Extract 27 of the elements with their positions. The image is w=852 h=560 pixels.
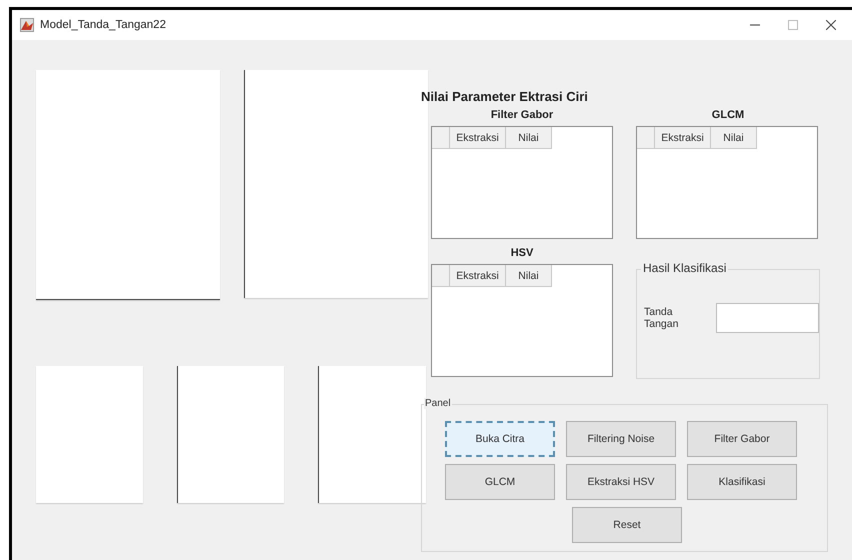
section-title: Nilai Parameter Ektrasi Ciri [421, 89, 589, 104]
push-button[interactable]: Klasifikasi [687, 464, 797, 500]
table-title: GLCM [710, 109, 746, 123]
table-corner [432, 127, 450, 149]
table-corner [432, 265, 450, 287]
window-title: Model_Tanda_Tangan22 [40, 19, 167, 31]
app-icon [20, 18, 34, 32]
table-corner [637, 127, 655, 149]
input-field[interactable] [716, 303, 819, 333]
push-button[interactable]: Filter Gabor [687, 421, 797, 457]
column-header: Ekstraksi [450, 265, 506, 287]
push-button[interactable]: Reset [572, 507, 682, 543]
push-button[interactable]: Filtering Noise [566, 421, 676, 457]
column-header: Ekstraksi [655, 127, 711, 149]
push-button[interactable]: Buka Citra [445, 421, 555, 457]
field-label: Tanda Tangan [644, 306, 680, 330]
table-title: HSV [510, 247, 534, 261]
column-header: Nilai [506, 265, 552, 287]
close-icon[interactable] [826, 20, 836, 30]
push-button[interactable]: GLCM [445, 464, 555, 500]
push-button[interactable]: Ekstraksi HSV [566, 464, 676, 500]
group-title: Hasil Klasifikasi [641, 261, 728, 275]
column-header: Nilai [506, 127, 552, 149]
table-title: Filter Gabor [490, 109, 554, 123]
panel-title: Panel [424, 398, 452, 409]
column-header: Nilai [711, 127, 757, 149]
column-header: Ekstraksi [450, 127, 506, 149]
